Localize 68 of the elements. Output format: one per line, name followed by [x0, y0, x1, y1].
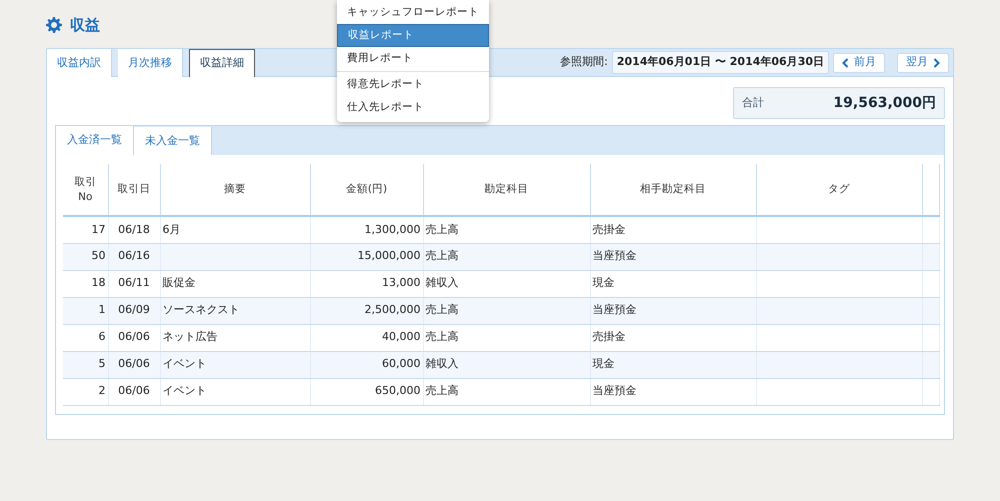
table-cell: 売掛金 [590, 324, 756, 351]
table-cell: ネット広告 [160, 324, 310, 351]
table-cell: 13,000 [310, 270, 423, 297]
table-cell: 5 [63, 351, 108, 378]
column-header: 取引 No [63, 164, 108, 216]
table-cell: 2 [63, 378, 108, 405]
table-cell: 50 [63, 243, 108, 270]
table-cell: 60,000 [310, 351, 423, 378]
table-cell: 1 [63, 297, 108, 324]
column-header: 相手勘定科目 [590, 164, 756, 216]
next-month-button[interactable]: 翌月 [897, 52, 949, 72]
total-value: 19,563,000円 [833, 94, 936, 112]
table-cell: 06/18 [108, 216, 160, 243]
table-cell: ソースネクスト [160, 297, 310, 324]
period-label: 参照期間: [560, 54, 608, 70]
column-header: タグ [756, 164, 922, 216]
menu-item[interactable]: 収益レポート [337, 24, 489, 47]
table-cell: 現金 [590, 270, 756, 297]
table-cell: 18 [63, 270, 108, 297]
menu-item[interactable]: キャッシュフローレポート [337, 1, 489, 24]
chevron-left-icon [842, 58, 849, 68]
table-cell: 売上高 [423, 216, 590, 243]
table-cell: 06/06 [108, 351, 160, 378]
tab[interactable]: 入金済一覧 [56, 126, 134, 155]
table-cell: 1,300,000 [310, 216, 423, 243]
table-cell: 6 [63, 324, 108, 351]
table-cell: 06/16 [108, 243, 160, 270]
table-cell: 6月 [160, 216, 310, 243]
table-cell: 15,000,000 [310, 243, 423, 270]
table-cell: 売上高 [423, 324, 590, 351]
tab[interactable]: 未入金一覧 [134, 127, 212, 155]
table-cell: 06/06 [108, 378, 160, 405]
menu-item[interactable]: 仕入先レポート [337, 96, 489, 119]
column-header: 摘要 [160, 164, 310, 216]
table-cell: 販促金 [160, 270, 310, 297]
period-field[interactable]: 2014年06月01日 〜 2014年06月30日 [612, 51, 829, 74]
tab[interactable]: 収益詳細 [189, 49, 255, 77]
table-cell: 雑収入 [423, 270, 590, 297]
table-cell: 当座預金 [590, 378, 756, 405]
tab[interactable]: 月次推移 [118, 49, 183, 77]
column-header: 勘定科目 [423, 164, 590, 216]
table-cell: 売上高 [423, 243, 590, 270]
table-cell: 雑収入 [423, 351, 590, 378]
table-cell: 売上高 [423, 378, 590, 405]
page-title: 収益 [70, 14, 100, 36]
column-header: 金額(円) [310, 164, 423, 216]
table-cell: イベント [160, 351, 310, 378]
menu-item[interactable]: 得意先レポート [337, 73, 489, 96]
table-cell: 現金 [590, 351, 756, 378]
table-cell: 06/11 [108, 270, 160, 297]
table-cell: イベント [160, 378, 310, 405]
total-label: 合計 [742, 94, 764, 111]
table-cell: 06/09 [108, 297, 160, 324]
previous-month-button[interactable]: 前月 [833, 52, 885, 72]
table-cell: 当座預金 [590, 243, 756, 270]
table-cell: 40,000 [310, 324, 423, 351]
chevron-right-icon [933, 58, 940, 68]
table-cell: 2,500,000 [310, 297, 423, 324]
table-cell: 06/06 [108, 324, 160, 351]
column-header: 取引日 [108, 164, 160, 216]
table-cell: 売掛金 [590, 216, 756, 243]
table-cell: 当座預金 [590, 297, 756, 324]
menu-item[interactable]: 費用レポート [337, 47, 489, 70]
table-cell: 売上高 [423, 297, 590, 324]
table-cell: 17 [63, 216, 108, 243]
gear-icon [46, 17, 62, 33]
table-cell: 650,000 [310, 378, 423, 405]
tab[interactable]: 収益内訳 [47, 49, 112, 77]
